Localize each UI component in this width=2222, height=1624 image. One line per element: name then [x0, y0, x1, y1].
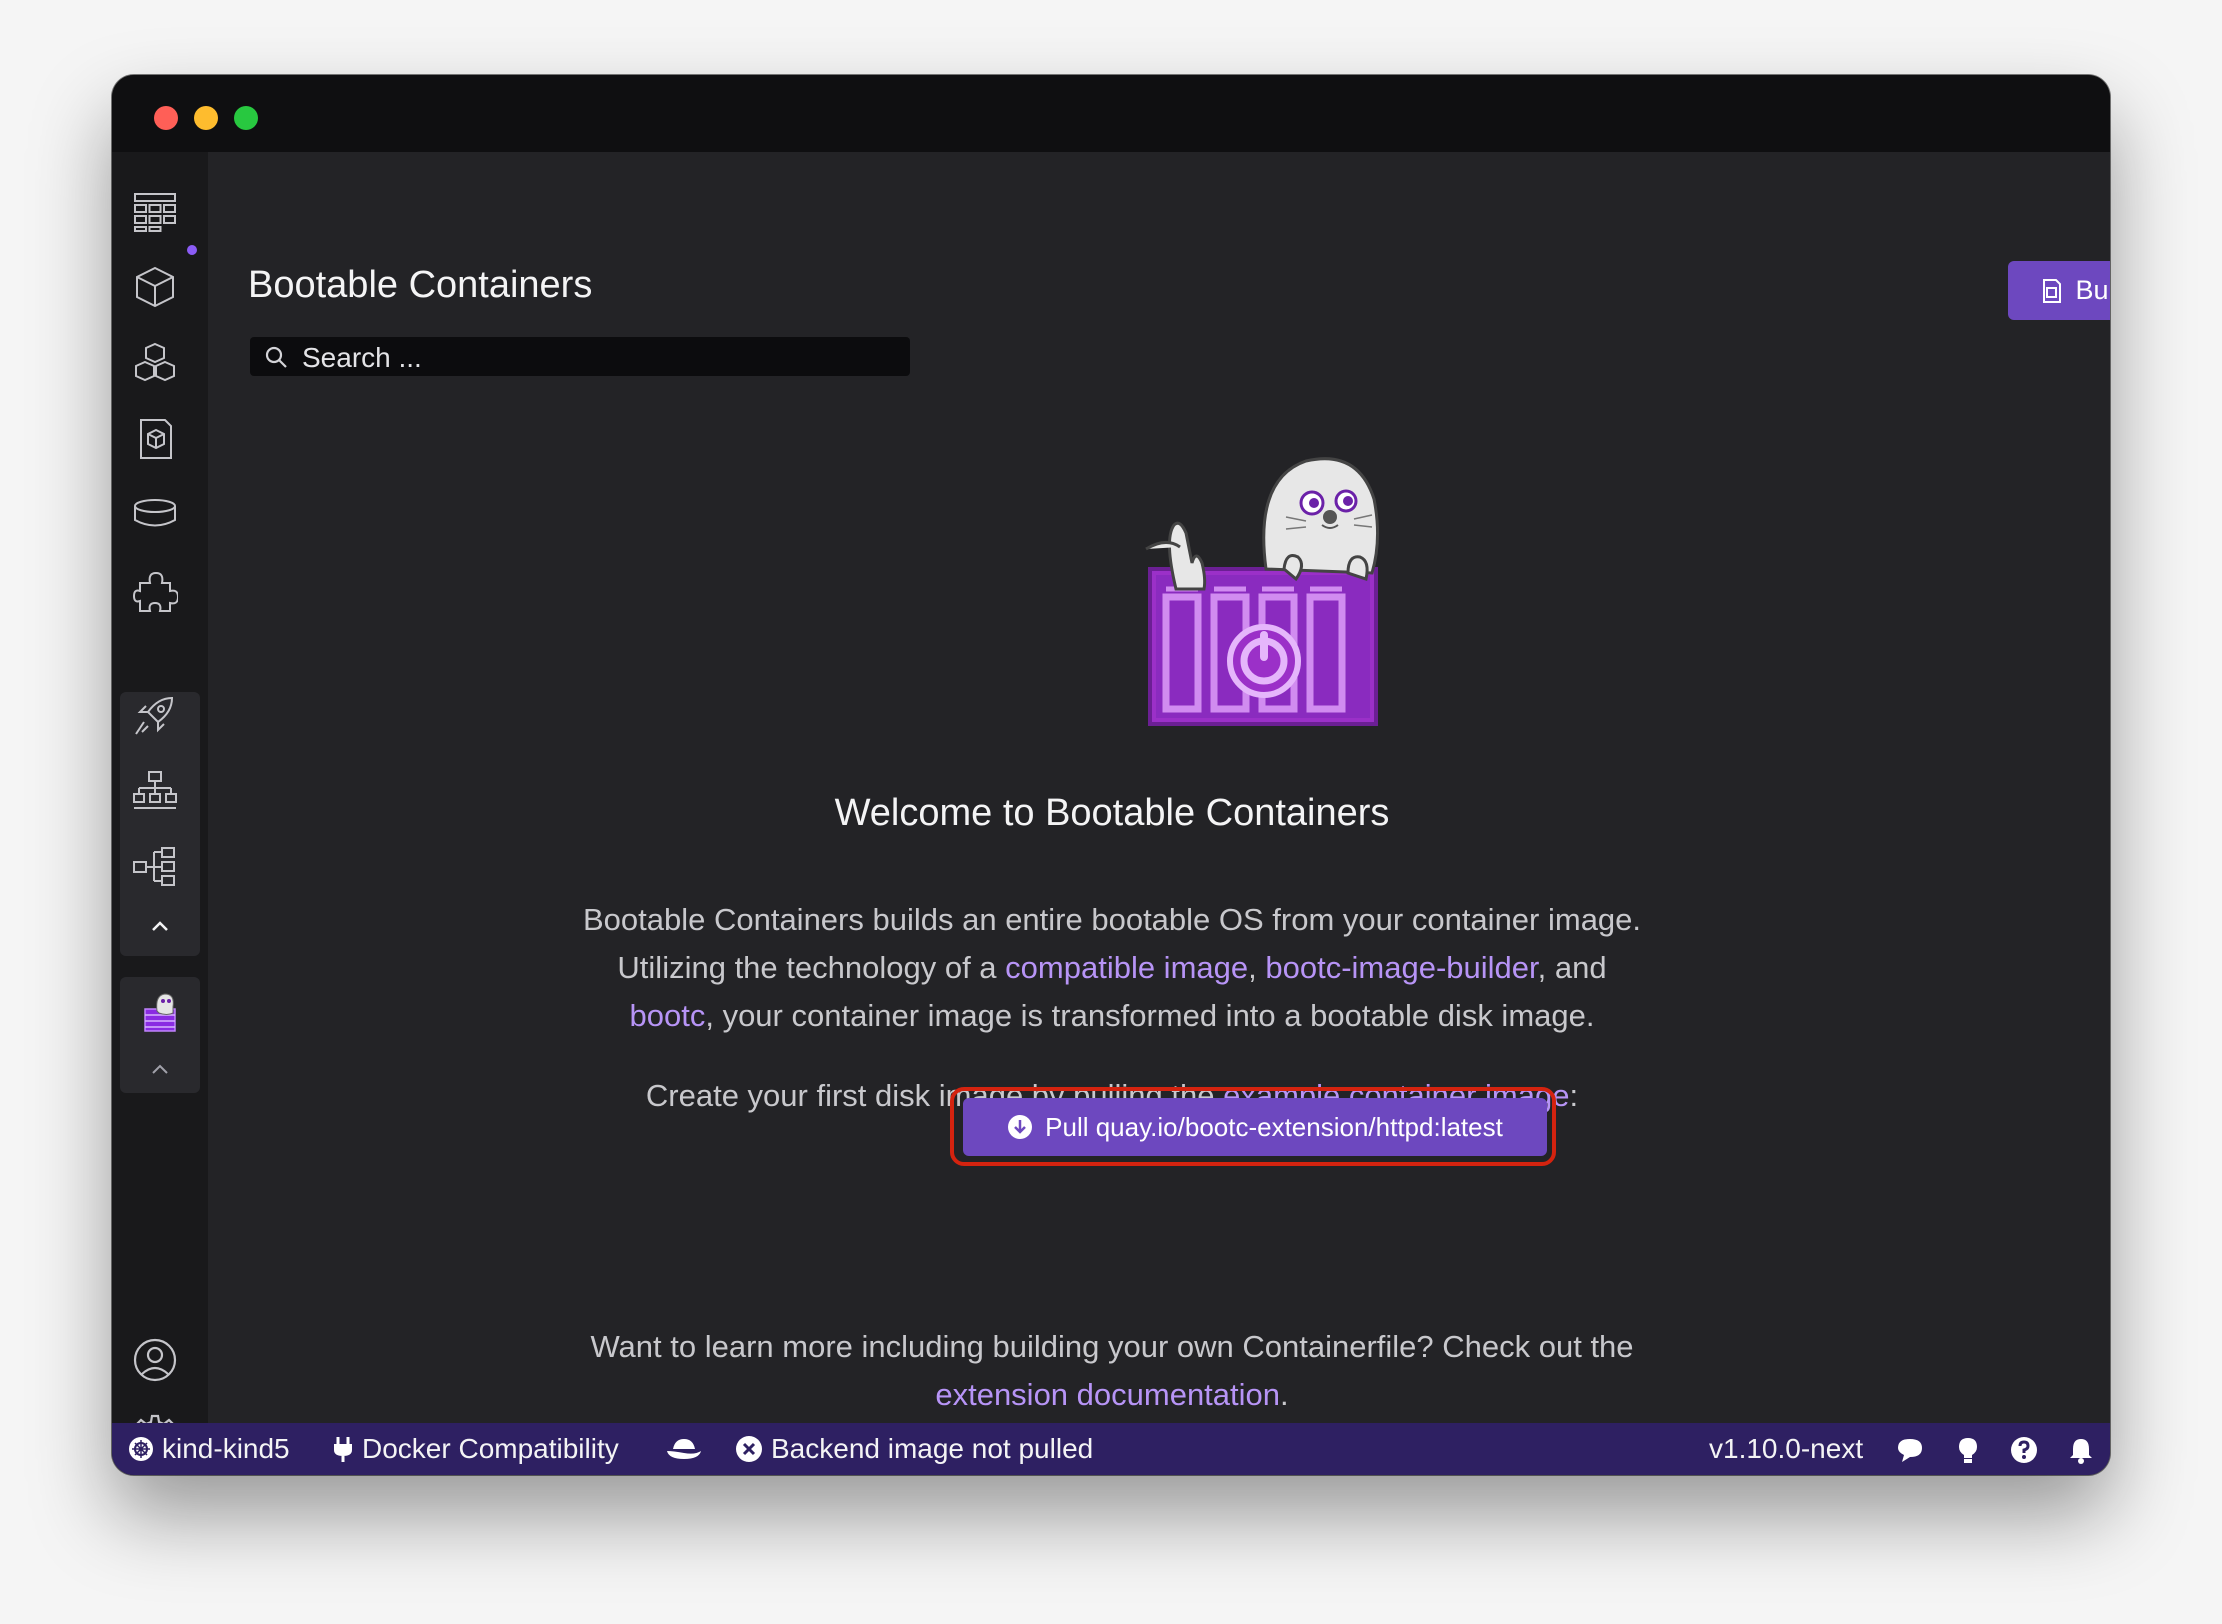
- pods-icon[interactable]: [130, 338, 180, 388]
- intro-line-1: Bootable Containers builds an entire boo…: [582, 902, 1642, 937]
- main-content: Bootable Containers Build: [208, 152, 2110, 1423]
- extension-nav-group: [120, 977, 200, 1093]
- welcome-heading: Welcome to Bootable Containers: [834, 792, 1390, 834]
- version-label[interactable]: v1.10.0-next: [1709, 1423, 1863, 1475]
- chevron-up-icon[interactable]: [148, 1057, 172, 1081]
- extensions-icon[interactable]: [130, 565, 180, 615]
- chat-icon[interactable]: [1896, 1436, 1924, 1464]
- sidebar-nav: [112, 152, 208, 1475]
- intro-line-3-suffix: , your container image is transformed in…: [705, 998, 1595, 1033]
- extension-documentation-link[interactable]: extension documentation: [935, 1377, 1280, 1412]
- search-icon: [265, 346, 287, 368]
- lightbulb-icon[interactable]: [1954, 1436, 1982, 1464]
- create-suffix: :: [1569, 1078, 1579, 1113]
- notification-dot: [187, 245, 197, 255]
- title-bar: [112, 75, 2110, 152]
- container-icon[interactable]: [130, 262, 180, 312]
- learn-more-paragraph: Want to learn more including building yo…: [208, 1323, 2016, 1419]
- kube-context[interactable]: kind-kind5: [128, 1423, 290, 1475]
- backend-status-label: Backend image not pulled: [771, 1433, 1094, 1464]
- search-box: [250, 337, 910, 378]
- images-icon[interactable]: [130, 414, 180, 464]
- kubernetes-context-icon: [129, 1437, 153, 1461]
- compatible-image-link[interactable]: compatible image: [1005, 950, 1248, 985]
- close-window-button[interactable]: [154, 106, 178, 130]
- learn-line-1: Want to learn more including building yo…: [590, 1329, 1634, 1364]
- learn-line-2: extension documentation.: [208, 1371, 2016, 1419]
- intro-paragraph: Bootable Containers builds an entire boo…: [208, 896, 2016, 1040]
- intro-line-2: Utilizing the technology of a compatible…: [208, 944, 2016, 992]
- red-hat-status[interactable]: [665, 1423, 703, 1475]
- download-icon: [1008, 1115, 1033, 1139]
- bootc-extension-icon[interactable]: [135, 987, 185, 1037]
- bootc-mascot-illustration: [1145, 457, 1380, 726]
- chevron-up-icon[interactable]: [148, 914, 172, 938]
- dashboard-icon[interactable]: [130, 187, 180, 237]
- docker-compatibility-label: Docker Compatibility: [362, 1433, 619, 1464]
- build-button-label: Build: [2075, 275, 2110, 305]
- status-bar: kind-kind5 Docker Compatibility Backend …: [112, 1423, 2110, 1475]
- red-hat-icon: [667, 1439, 701, 1459]
- notifications-bell-icon[interactable]: [2067, 1436, 2095, 1464]
- services-icon[interactable]: [130, 766, 180, 816]
- minimize-window-button[interactable]: [194, 106, 218, 130]
- intro-line-3: bootc, your container image is transform…: [208, 992, 2016, 1040]
- page-title: Bootable Containers: [248, 264, 593, 306]
- pull-image-button[interactable]: Pull quay.io/bootc-extension/httpd:lates…: [963, 1098, 1547, 1156]
- docker-compatibility[interactable]: Docker Compatibility: [332, 1423, 619, 1475]
- account-icon[interactable]: [130, 1335, 180, 1385]
- deployments-icon[interactable]: [130, 690, 180, 740]
- build-button[interactable]: Build: [2008, 261, 2110, 320]
- help-icon[interactable]: [2010, 1436, 2038, 1464]
- kubernetes-icon[interactable]: [130, 842, 180, 892]
- kubernetes-nav-group: [120, 692, 200, 956]
- intro-separator: ,: [1248, 950, 1266, 985]
- bootc-image-builder-link[interactable]: bootc-image-builder: [1265, 950, 1537, 985]
- volumes-icon[interactable]: [130, 489, 180, 539]
- kube-context-label: kind-kind5: [162, 1433, 290, 1464]
- build-icon: [2043, 278, 2062, 303]
- backend-status[interactable]: Backend image not pulled: [735, 1423, 1093, 1475]
- search-input[interactable]: [300, 337, 904, 378]
- pull-button-label: Pull quay.io/bootc-extension/httpd:lates…: [1045, 1111, 1503, 1142]
- maximize-window-button[interactable]: [234, 106, 258, 130]
- intro-line-2-suffix: , and: [1537, 950, 1607, 985]
- learn-suffix: .: [1280, 1377, 1289, 1412]
- error-circle-icon: [736, 1436, 762, 1462]
- bootc-link[interactable]: bootc: [630, 998, 706, 1033]
- plug-icon: [334, 1437, 352, 1462]
- intro-line-2-prefix: Utilizing the technology of a: [617, 950, 1006, 985]
- app-window: Bootable Containers Build: [112, 75, 2110, 1475]
